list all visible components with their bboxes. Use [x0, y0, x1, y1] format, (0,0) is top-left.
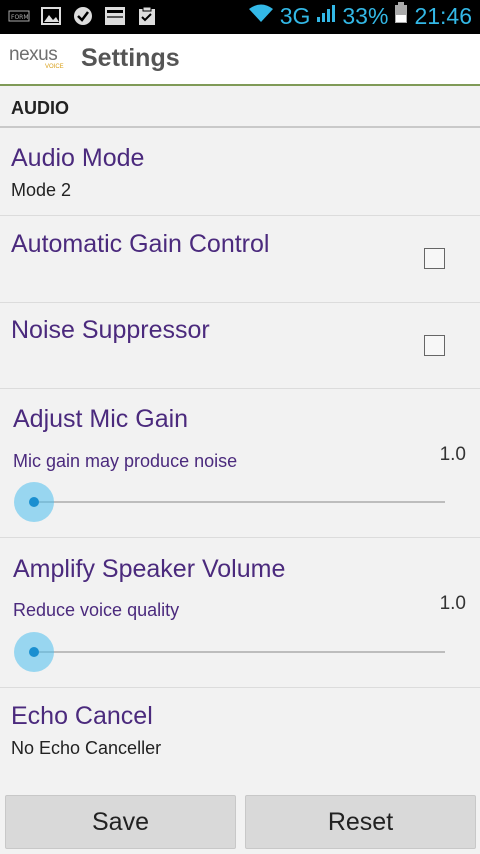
- battery-percent: 33%: [342, 2, 389, 29]
- pref-noise-suppressor[interactable]: Noise Suppressor: [0, 303, 480, 389]
- mic-gain-value: 1.0: [439, 444, 466, 465]
- action-bar: nexus VOICE Settings: [0, 34, 480, 86]
- noise-suppressor-checkbox[interactable]: [424, 335, 445, 356]
- app-logo[interactable]: nexus VOICE: [9, 44, 67, 72]
- pref-adjust-mic-gain: Adjust Mic Gain Mic gain may produce noi…: [0, 389, 480, 538]
- news-icon: [104, 6, 126, 26]
- pref-title: Noise Suppressor: [11, 316, 210, 344]
- wifi-icon: [248, 3, 274, 29]
- pref-summary: Mode 2: [11, 180, 72, 200]
- page-title: Settings: [81, 44, 180, 72]
- pref-summary: Mic gain may produce noise: [13, 451, 238, 471]
- pref-title: Audio Mode: [11, 144, 145, 172]
- bottom-button-bar: Save Reset: [0, 786, 480, 854]
- pref-summary: Reduce voice quality: [13, 600, 180, 620]
- notification-icon: FORM: [8, 6, 30, 26]
- speaker-volume-value: 1.0: [439, 593, 466, 614]
- pref-summary: No Echo Canceller: [11, 738, 162, 758]
- save-button[interactable]: Save: [5, 795, 236, 849]
- reset-button[interactable]: Reset: [245, 795, 476, 849]
- status-bar: FORM 3G 33% 21:46: [0, 0, 480, 34]
- image-icon: [40, 6, 62, 26]
- svg-text:FORM: FORM: [11, 14, 29, 21]
- check-icon: [72, 6, 94, 26]
- signal-icon: [316, 3, 336, 29]
- section-label: AUDIO: [11, 98, 69, 118]
- pref-amplify-speaker-volume: Amplify Speaker Volume Reduce voice qual…: [0, 538, 480, 688]
- agc-checkbox[interactable]: [424, 248, 445, 269]
- mic-gain-slider-thumb[interactable]: [14, 482, 54, 522]
- logo-text: nexus: [9, 44, 58, 65]
- pref-title: Echo Cancel: [11, 702, 153, 730]
- clipboard-icon: [136, 6, 158, 26]
- pref-title: Automatic Gain Control: [11, 230, 270, 258]
- mic-gain-slider-track[interactable]: [35, 501, 445, 503]
- battery-icon: [394, 2, 408, 30]
- pref-title: Amplify Speaker Volume: [13, 555, 286, 583]
- pref-audio-mode[interactable]: Audio Mode Mode 2: [0, 128, 480, 216]
- clock: 21:46: [414, 2, 472, 29]
- pref-echo-cancel[interactable]: Echo Cancel No Echo Canceller: [0, 688, 480, 786]
- logo-subtext: VOICE: [45, 64, 64, 70]
- speaker-volume-slider-track[interactable]: [35, 651, 445, 653]
- network-type: 3G: [279, 2, 311, 29]
- section-header: AUDIO: [0, 86, 480, 128]
- speaker-volume-slider-thumb[interactable]: [14, 632, 54, 672]
- pref-automatic-gain-control[interactable]: Automatic Gain Control: [0, 216, 480, 303]
- pref-title: Adjust Mic Gain: [13, 405, 189, 433]
